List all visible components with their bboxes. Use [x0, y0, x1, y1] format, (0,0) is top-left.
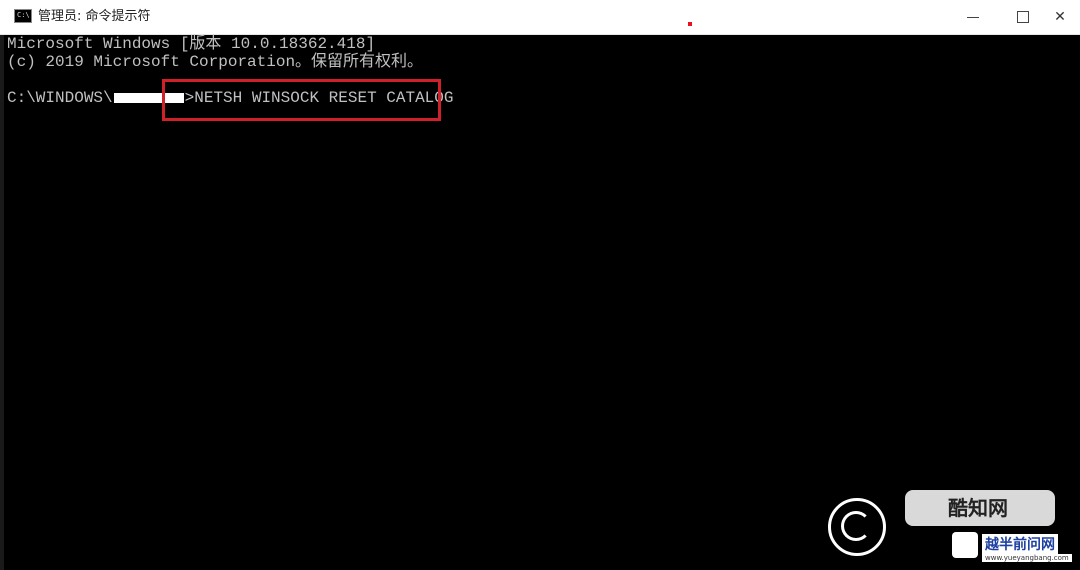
watermark-text-secondary: 越半前问网	[982, 534, 1058, 554]
watermark: 酷知网 越半前问网 www.yueyangbang.com	[820, 480, 1080, 570]
watermark-url: www.yueyangbang.com	[982, 554, 1072, 562]
minimize-button[interactable]	[950, 0, 996, 34]
watermark-logo-icon	[828, 498, 886, 556]
copyright-line: (c) 2019 Microsoft Corporation。保留所有权利。	[7, 53, 424, 71]
cmd-icon[interactable]: C:\	[14, 9, 32, 23]
command-highlight-box	[162, 79, 441, 121]
window-title: 管理员: 命令提示符	[38, 9, 151, 24]
watermark-p-icon	[952, 532, 978, 558]
cmd-icon-text: C:\	[17, 11, 30, 19]
watermark-text-primary: 酷知网	[948, 496, 1008, 520]
red-dot	[688, 22, 692, 26]
close-icon: ✕	[1054, 9, 1066, 25]
window-edge	[0, 35, 4, 570]
prompt-path: C:\WINDOWS\	[7, 89, 113, 107]
minimize-icon	[967, 16, 979, 18]
maximize-icon	[1017, 11, 1029, 23]
title-bar: C:\ 管理员: 命令提示符 ✕	[0, 0, 1080, 35]
version-line: Microsoft Windows [版本 10.0.18362.418]	[7, 35, 376, 53]
close-button[interactable]: ✕	[1040, 0, 1080, 34]
